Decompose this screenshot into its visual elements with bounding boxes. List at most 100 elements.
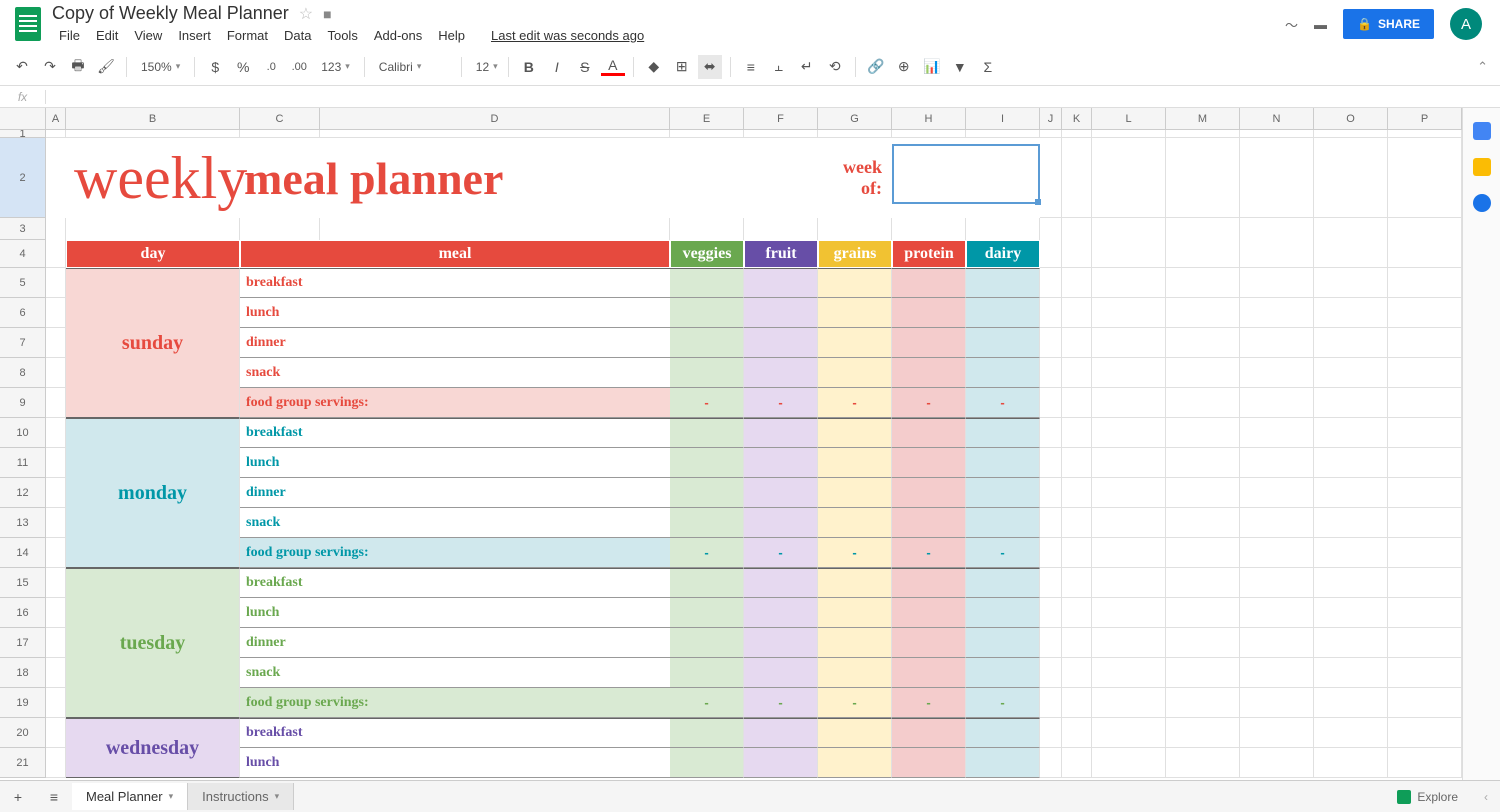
cell[interactable] [66,130,240,138]
cell[interactable] [46,138,66,218]
cell[interactable] [892,508,966,538]
cell[interactable] [46,218,66,240]
cell[interactable] [1314,298,1388,328]
cell[interactable]: lunch [240,748,670,778]
cell[interactable] [1062,240,1092,268]
cell[interactable] [46,658,66,688]
filter-icon[interactable]: ▼ [948,55,972,79]
cell[interactable] [1240,748,1314,778]
cell[interactable] [1092,508,1166,538]
cell[interactable] [670,478,744,508]
cell[interactable] [1314,628,1388,658]
cell[interactable] [966,328,1040,358]
last-edit[interactable]: Last edit was seconds ago [484,26,651,45]
cell[interactable] [818,218,892,240]
star-icon[interactable]: ☆ [299,4,313,24]
col-header[interactable]: O [1314,108,1388,129]
row-header[interactable]: 7 [0,328,46,358]
cell[interactable] [1240,568,1314,598]
cell[interactable]: - [670,688,744,718]
cell[interactable] [744,748,818,778]
cell[interactable] [1240,298,1314,328]
cell[interactable] [744,628,818,658]
cell[interactable] [1040,418,1062,448]
cell[interactable] [892,478,966,508]
cell[interactable]: weekly [66,138,240,218]
cell[interactable] [1062,538,1092,568]
cell[interactable]: - [966,538,1040,568]
decimal-dec-icon[interactable]: .0 [259,55,283,79]
cell[interactable] [46,418,66,448]
merge-icon[interactable]: ⬌ [698,55,722,79]
cell[interactable] [744,358,818,388]
cell[interactable] [892,568,966,598]
halign-icon[interactable]: ≡ [739,55,763,79]
paint-icon[interactable]: 🖌 [94,55,118,79]
menu-insert[interactable]: Insert [171,26,218,45]
cell[interactable] [1040,538,1062,568]
rotate-icon[interactable]: ⟲ [823,55,847,79]
cell[interactable] [1388,718,1462,748]
functions-icon[interactable]: Σ [976,55,1000,79]
cell[interactable] [1388,298,1462,328]
cell[interactable] [1040,328,1062,358]
cell[interactable] [966,568,1040,598]
cell[interactable] [966,748,1040,778]
row-header[interactable]: 10 [0,418,46,448]
cell[interactable] [1166,718,1240,748]
cell[interactable] [670,138,818,218]
folder-icon[interactable]: ■ [323,6,331,22]
cell[interactable]: day [66,240,240,268]
keep-icon[interactable] [1473,158,1491,176]
cell[interactable] [744,508,818,538]
cell[interactable] [892,130,966,138]
cell[interactable] [1062,628,1092,658]
cell[interactable] [1166,418,1240,448]
cell[interactable] [818,598,892,628]
cell[interactable] [1314,130,1388,138]
col-header[interactable]: D [320,108,670,129]
cell[interactable] [1092,218,1166,240]
cell[interactable] [1240,448,1314,478]
cell[interactable]: - [744,538,818,568]
menu-view[interactable]: View [127,26,169,45]
tab-instructions[interactable]: Instructions▾ [188,783,294,810]
row-header[interactable]: 12 [0,478,46,508]
all-sheets-icon[interactable]: ≡ [36,785,72,809]
cell[interactable] [744,598,818,628]
cell[interactable] [1314,508,1388,538]
italic-icon[interactable]: I [545,55,569,79]
cell[interactable] [818,508,892,538]
cell[interactable] [1388,568,1462,598]
cell[interactable] [1166,388,1240,418]
cell[interactable] [46,628,66,658]
cell[interactable] [966,598,1040,628]
cell[interactable] [1240,598,1314,628]
cell[interactable] [1166,268,1240,298]
cell[interactable] [1388,268,1462,298]
cell[interactable] [46,388,66,418]
cell[interactable] [1314,388,1388,418]
cell[interactable] [1092,130,1166,138]
cell[interactable] [744,718,818,748]
cell[interactable] [1314,538,1388,568]
cell[interactable] [1388,138,1462,218]
cell[interactable] [1092,478,1166,508]
cell[interactable] [1040,240,1062,268]
cell[interactable]: - [892,688,966,718]
cell[interactable] [1062,418,1092,448]
cell[interactable] [1062,658,1092,688]
cell[interactable]: dinner [240,628,670,658]
cell[interactable] [1040,268,1062,298]
cell[interactable] [1040,658,1062,688]
cell[interactable] [1388,218,1462,240]
menu-addons[interactable]: Add-ons [367,26,429,45]
cell[interactable] [966,508,1040,538]
font-select[interactable]: Calibri [373,60,453,74]
cell[interactable] [46,268,66,298]
col-header[interactable]: K [1062,108,1092,129]
cell[interactable] [1092,598,1166,628]
cell[interactable] [1062,268,1092,298]
cell[interactable] [1388,328,1462,358]
menu-help[interactable]: Help [431,26,472,45]
